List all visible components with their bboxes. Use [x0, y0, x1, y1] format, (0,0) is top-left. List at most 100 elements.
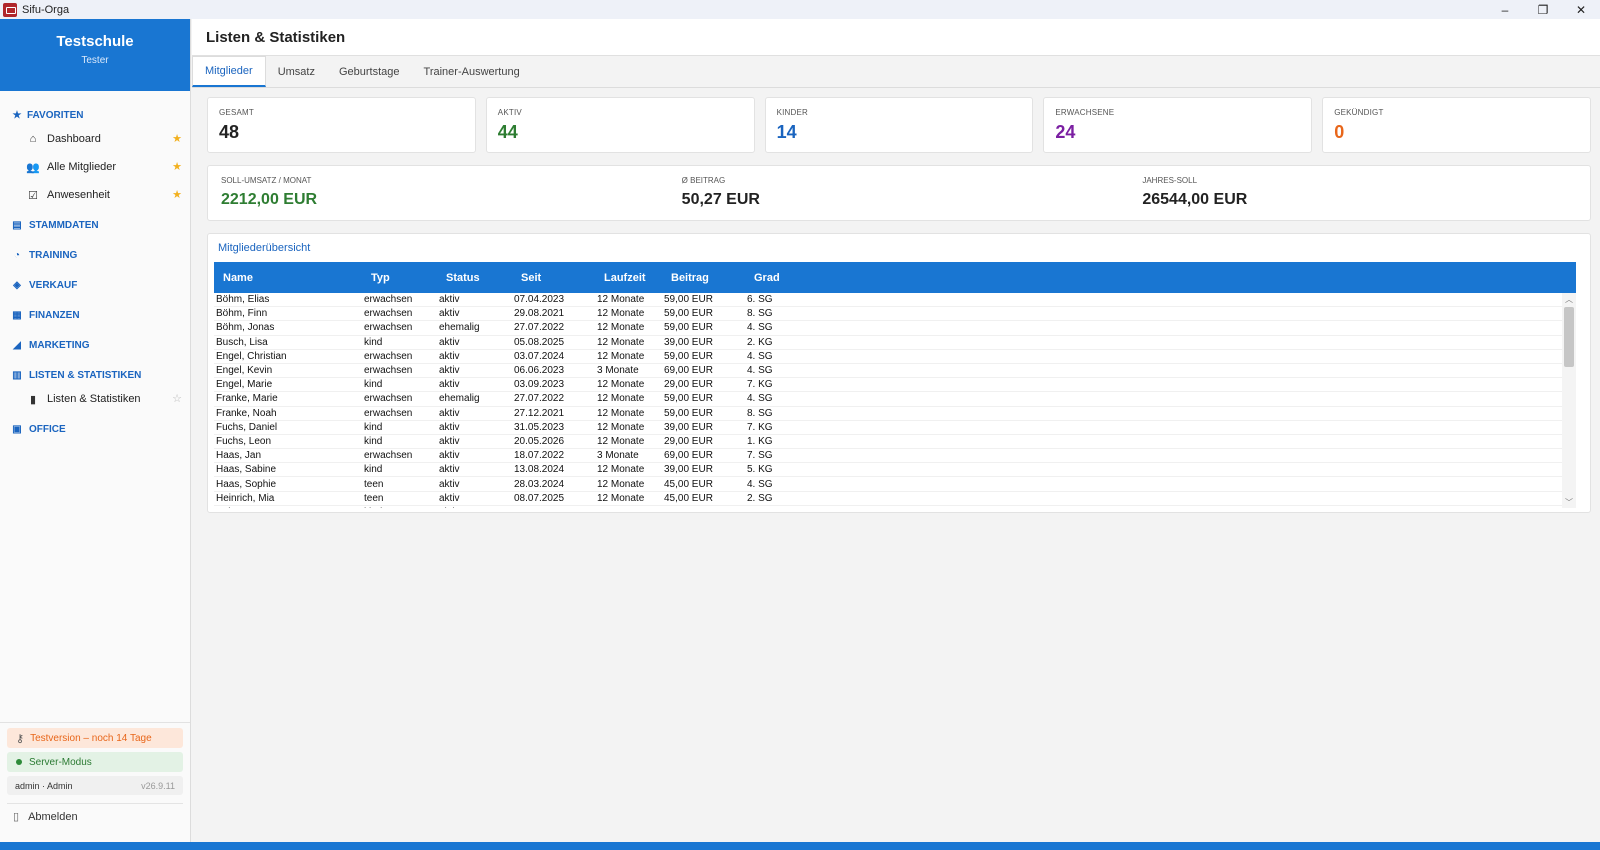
maximize-button[interactable]: ❐	[1524, 0, 1562, 19]
section-finanzen[interactable]: ▦ FINANZEN	[0, 305, 190, 325]
table-row[interactable]: Haas, Sophie teen aktiv 28.03.2024 12 Monate…	[214, 477, 1576, 492]
column-header-grad[interactable]: Grad	[747, 272, 807, 284]
column-header-seit[interactable]: Seit	[514, 272, 597, 284]
user-name: admin · Admin	[15, 780, 73, 791]
cell-beitrag: 29,00 EUR	[664, 379, 713, 391]
column-header-laufzeit[interactable]: Laufzeit	[597, 272, 664, 284]
section-verkauf[interactable]: ◈ VERKAUF	[0, 275, 190, 295]
section-label: OFFICE	[29, 423, 66, 435]
column-header-typ[interactable]: Typ	[364, 272, 439, 284]
stat-value: 48	[219, 122, 240, 142]
table-row[interactable]: Haas, Jan erwachsen aktiv 18.07.2022 3 Monat…	[214, 449, 1576, 464]
app-logo-icon	[3, 2, 17, 17]
scroll-up-icon[interactable]: ︿	[1562, 293, 1576, 305]
cell-status: aktiv	[439, 336, 460, 348]
cell-status: aktiv	[439, 294, 460, 306]
server-mode-text: Server-Modus	[29, 756, 92, 768]
cell-laufzeit: 12 Monate	[597, 492, 645, 504]
minimize-button[interactable]: –	[1486, 0, 1524, 19]
server-mode-badge: Server-Modus	[7, 752, 183, 772]
stat-label: ERWACHSENE	[1055, 108, 1115, 117]
cell-grad: 4. SG	[747, 393, 773, 405]
column-header-beitrag[interactable]: Beitrag	[664, 272, 747, 284]
sidebar-item-alle-mitglieder[interactable]: 👥 Alle Mitglieder ★	[0, 153, 190, 181]
cell-typ: kind	[364, 336, 383, 348]
section-training[interactable]: ◔ TRAINING	[0, 245, 190, 265]
cell-grad: 7. SG	[747, 450, 773, 462]
brand-header: Testschule Tester	[0, 19, 190, 91]
cell-beitrag: 39,00 EUR	[664, 464, 713, 476]
sidebar-item-anwesenheit[interactable]: ☑ Anwesenheit ★	[0, 181, 190, 209]
cell-beitrag: 39,00 EUR	[664, 421, 713, 433]
cell-beitrag: 59,00 EUR	[664, 393, 713, 405]
cell-status: aktiv	[439, 350, 460, 362]
table-row[interactable]: Engel, Kevin erwachsen aktiv 06.06.2023 3 Mo…	[214, 364, 1576, 379]
favorite-star-icon[interactable]: ★	[172, 188, 182, 201]
cell-laufzeit: 12 Monate	[597, 308, 645, 320]
table-row[interactable]: Engel, Christian erwachsen aktiv 03.07.2024…	[214, 350, 1576, 364]
cell-seit: 28.03.2024	[514, 478, 565, 490]
cell-laufzeit: 12 Monate	[597, 407, 645, 419]
table-row[interactable]: Haas, Sabine kind aktiv 13.08.2024 12 Monate…	[214, 463, 1576, 478]
member-table: Name Typ Status Seit Laufzeit Beitrag Gr…	[214, 262, 1576, 508]
table-row[interactable]: Franke, Noah erwachsen aktiv 27.12.2021 12 M…	[214, 407, 1576, 421]
column-header-name[interactable]: Name	[214, 272, 364, 284]
table-row[interactable]: Engel, Marie kind aktiv 03.09.2023 12 Monate…	[214, 378, 1576, 393]
cell-status: aktiv	[439, 407, 460, 419]
cell-typ: kind	[364, 435, 383, 447]
table-row[interactable]: Böhm, Jonas erwachsen ehemalig 27.07.2022 12…	[214, 321, 1576, 336]
table-row[interactable]: Fuchs, Daniel kind aktiv 31.05.2023 12 Monat…	[214, 421, 1576, 435]
sidebar-item-label: Alle Mitglieder	[47, 161, 117, 173]
cell-status: ehemalig	[439, 322, 480, 334]
stat-label: AKTIV	[497, 108, 522, 117]
column-header-status[interactable]: Status	[439, 272, 514, 284]
stat-label: GESAMT	[219, 108, 254, 117]
table-row[interactable]: Fuchs, Leon kind aktiv 20.05.2026 12 Monate 2…	[214, 435, 1576, 450]
cell-name: Engel, Kevin	[216, 365, 273, 377]
table-row[interactable]: Franke, Marie erwachsen ehemalig 27.07.2022…	[214, 392, 1576, 407]
tab-mitglieder[interactable]: Mitglieder	[192, 56, 266, 87]
section-stammdaten[interactable]: ▤ STAMMDATEN	[0, 215, 190, 235]
section-favoriten[interactable]: ★ FAVORITEN	[0, 105, 190, 125]
favorite-star-icon[interactable]: ★	[172, 132, 182, 145]
tab-umsatz[interactable]: Umsatz	[266, 56, 327, 87]
cell-status: ehemalig	[439, 393, 480, 405]
cell-beitrag: 59,00 EUR	[664, 350, 713, 362]
cell-name: Haas, Jan	[216, 450, 262, 462]
main-content: Listen & Statistiken Mitglieder Umsatz G…	[192, 19, 1600, 842]
revenue-summary-card: SOLL-UMSATZ / MONAT 2212,00 EUR Ø BEITRA…	[207, 165, 1591, 221]
stat-card-erwachsene: ERWACHSENE 24	[1043, 97, 1313, 153]
cell-typ: erwachsen	[364, 365, 413, 377]
cell-status: aktiv	[439, 507, 514, 508]
stat-card-gekuendigt: GEKÜNDIGT 0	[1322, 97, 1591, 153]
section-office[interactable]: ▣ OFFICE	[0, 419, 190, 439]
sidebar-item-dashboard[interactable]: ⌂ Dashboard ★	[0, 125, 190, 153]
favorite-star-icon[interactable]: ★	[172, 160, 182, 173]
stat-label: KINDER	[776, 108, 809, 117]
table-row[interactable]: Böhm, Finn erwachsen aktiv 29.08.2021 12 Mon…	[214, 307, 1576, 322]
scrollbar-thumb[interactable]	[1564, 307, 1574, 367]
cell-typ: kind	[364, 379, 383, 391]
window-controls: – ❐ ✕	[1486, 0, 1600, 19]
scroll-down-icon[interactable]: ﹀	[1562, 496, 1576, 508]
section-listen-statistiken[interactable]: ▥ LISTEN & STATISTIKEN	[0, 365, 190, 385]
table-row[interactable]: Böhm, Elias erwachsen aktiv 07.04.2023 12 Mo…	[214, 293, 1576, 308]
table-row[interactable]: Kaiser, Emmakindaktiv15.09.202312 Monate…	[214, 506, 1576, 508]
favorite-star-outline-icon[interactable]: ☆	[172, 392, 182, 405]
cell-laufzeit: 12 Monate	[597, 294, 645, 306]
cell-status: aktiv	[439, 464, 460, 476]
logout-button[interactable]: ▯ Abmelden	[7, 803, 183, 829]
tab-geburtstage[interactable]: Geburtstage	[327, 56, 412, 87]
tab-trainer-auswertung[interactable]: Trainer-Auswertung	[412, 56, 532, 87]
summary-value: 26544,00 EUR	[1142, 191, 1248, 208]
close-button[interactable]: ✕	[1562, 0, 1600, 19]
trial-badge[interactable]: ⚷ Testversion – noch 14 Tage	[7, 728, 183, 748]
cell-grad: 4. SG	[747, 322, 773, 334]
table-scrollbar[interactable]: ︿ ﹀	[1562, 293, 1576, 508]
sidebar-item-listen-statistiken[interactable]: ▮ Listen & Statistiken ☆	[0, 385, 190, 413]
cell-beitrag: 59,00 EUR	[664, 294, 713, 306]
section-marketing[interactable]: ◢ MARKETING	[0, 335, 190, 355]
section-label: LISTEN & STATISTIKEN	[29, 369, 142, 381]
table-row[interactable]: Busch, Lisa kind aktiv 05.08.2025 12 Monate 3…	[214, 336, 1576, 350]
table-row[interactable]: Heinrich, Mia teen aktiv 08.07.2025 12 Monat…	[214, 492, 1576, 506]
